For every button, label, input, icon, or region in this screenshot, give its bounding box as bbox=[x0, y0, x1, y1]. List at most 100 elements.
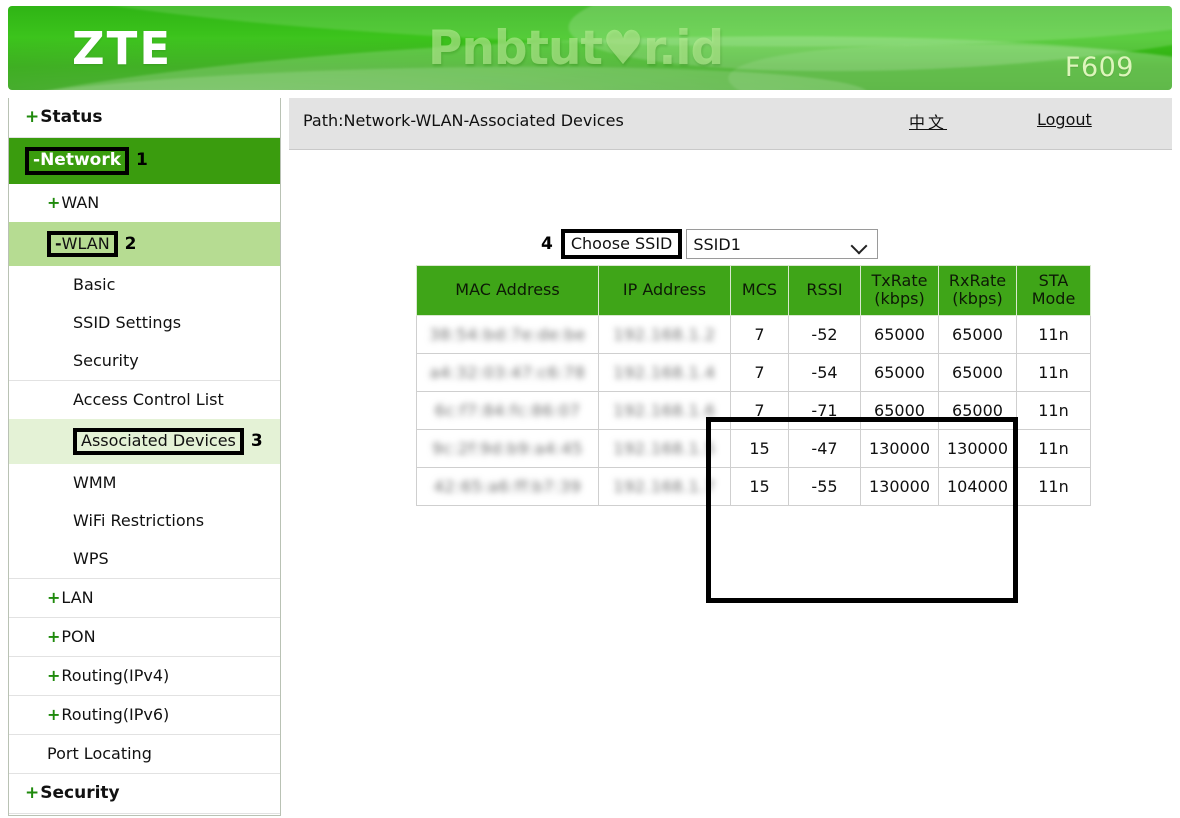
sidebar-item-wifi-restrictions[interactable]: WiFi Restrictions bbox=[9, 502, 280, 540]
column-header-text: RxRate bbox=[948, 271, 1007, 290]
logout-link[interactable]: Logout bbox=[1037, 110, 1092, 129]
column-header-sta-mode: STA Mode bbox=[1016, 265, 1091, 316]
table-header: MAC Address IP Address MCS RSSI TxRate (kbps)… bbox=[416, 265, 1091, 316]
column-header-ip-address: IP Address bbox=[598, 265, 731, 316]
sidebar-item-label: WiFi Restrictions bbox=[73, 510, 205, 530]
sidebar-item-associated-devices[interactable]: Associated Devices 3 bbox=[9, 419, 280, 464]
table-row: a4:32:03:47:c6:78 192.168.1.4 7 -54 65000 650… bbox=[416, 352, 1091, 392]
sidebar-item-label: SSID Settings bbox=[73, 313, 182, 333]
cell-sta-mode: 11n bbox=[1016, 352, 1091, 392]
collapse-minus-icon: - bbox=[55, 233, 62, 253]
chevron-down-icon bbox=[853, 240, 867, 248]
expand-plus-icon: + bbox=[47, 704, 61, 724]
sidebar-item-routing-ipv6[interactable]: +Routing(IPv6) bbox=[9, 694, 280, 734]
breadcrumb: Path:Network-WLAN-Associated Devices bbox=[303, 111, 624, 130]
sidebar-item-content: +PON bbox=[47, 627, 96, 646]
cell-mcs: 15 bbox=[730, 466, 789, 506]
sidebar-item-security[interactable]: +Security bbox=[9, 772, 280, 813]
sidebar-navigation[interactable]: +Status -Network 1 +WAN -WLAN 2 Basic SSID Sett… bbox=[8, 98, 281, 816]
cell-mac-address: 38:54:bd:7e:de:be bbox=[416, 314, 599, 354]
sidebar-item-label: WMM bbox=[73, 472, 117, 492]
cell-sta-mode: 11n bbox=[1016, 428, 1091, 468]
cell-ip-address: 192.168.1.2 bbox=[598, 314, 731, 354]
sidebar-item-network[interactable]: -Network 1 bbox=[9, 137, 280, 184]
sidebar-item-wps[interactable]: WPS bbox=[9, 540, 280, 578]
device-model-label: F609 bbox=[1064, 52, 1134, 83]
cell-rssi: -55 bbox=[788, 466, 861, 506]
cell-mac-address: 9c:2f:9d:b9:a4:45 bbox=[416, 428, 599, 468]
sidebar-item-pon[interactable]: +PON bbox=[9, 616, 280, 656]
sidebar-item-basic[interactable]: Basic bbox=[9, 266, 280, 304]
sidebar-item-label: Port Locating bbox=[47, 743, 152, 763]
table-body: 38:54:bd:7e:de:be 192.168.1.2 7 -52 65000 650… bbox=[416, 314, 1091, 506]
cell-mcs: 7 bbox=[730, 352, 789, 392]
language-link[interactable]: 中文 bbox=[909, 109, 947, 133]
sidebar-item-content: Port Locating bbox=[47, 744, 152, 763]
sidebar-item-label: Routing(IPv4) bbox=[61, 665, 170, 685]
cell-ip-address: 192.168.1.5 bbox=[598, 428, 731, 468]
sidebar-item-port-locating[interactable]: Port Locating bbox=[9, 733, 280, 773]
cell-mac-address: a4:32:03:47:c6:78 bbox=[416, 352, 599, 392]
sidebar-item-wlan[interactable]: -WLAN 2 bbox=[9, 221, 280, 267]
annotation-step-3: 3 bbox=[250, 431, 263, 452]
column-header-text: STA bbox=[1038, 271, 1069, 290]
column-header-text: Mode bbox=[1031, 289, 1076, 309]
sidebar-item-label: LAN bbox=[61, 587, 94, 607]
sidebar-item-routing-ipv4[interactable]: +Routing(IPv4) bbox=[9, 655, 280, 695]
table-header-row: MAC Address IP Address MCS RSSI TxRate (kbps)… bbox=[416, 265, 1091, 316]
table-row: 38:54:bd:7e:de:be 192.168.1.2 7 -52 65000 650… bbox=[416, 314, 1091, 354]
cell-rssi: -54 bbox=[788, 352, 861, 392]
sidebar-item-content: WPS bbox=[73, 549, 109, 568]
cell-rxrate: 104000 bbox=[938, 466, 1017, 506]
sidebar-item-content: +Status bbox=[25, 107, 102, 127]
sidebar-item-wmm[interactable]: WMM bbox=[9, 464, 280, 502]
column-header-text: MCS bbox=[741, 280, 778, 300]
cell-rxrate: 65000 bbox=[938, 352, 1017, 392]
sidebar-item-content: Access Control List bbox=[73, 390, 224, 409]
column-header-text: (kbps) bbox=[952, 289, 1003, 309]
ssid-chooser-row: 4 Choose SSID SSID1 bbox=[541, 228, 879, 260]
sidebar-item-content: +WAN bbox=[47, 193, 99, 212]
column-header-txrate: TxRate (kbps) bbox=[860, 265, 939, 316]
sidebar-item-application[interactable]: +Application bbox=[9, 812, 280, 815]
column-header-text: (kbps) bbox=[874, 289, 925, 309]
sidebar-item-label: Network bbox=[40, 150, 122, 171]
expand-plus-icon: + bbox=[47, 587, 61, 607]
column-header-mac-address: MAC Address bbox=[416, 265, 599, 316]
sidebar-item-label: WLAN bbox=[61, 233, 110, 253]
sidebar-item-status[interactable]: +Status bbox=[9, 98, 280, 137]
cell-txrate: 65000 bbox=[860, 352, 939, 392]
path-bar: Path:Network-WLAN-Associated Devices 中文 … bbox=[289, 98, 1172, 150]
zte-logo: ZTE bbox=[72, 22, 173, 75]
annotation-box: -Network bbox=[25, 147, 130, 175]
column-header-text: TxRate bbox=[871, 271, 928, 290]
site-watermark: Pnbtut♥r.id bbox=[428, 21, 724, 76]
annotation-step-1: 1 bbox=[136, 149, 148, 170]
column-header-rxrate: RxRate (kbps) bbox=[938, 265, 1017, 316]
annotation-step-4: 4 bbox=[541, 234, 553, 254]
cell-mac-address: 6c:f7:84:fc:86:07 bbox=[416, 390, 599, 430]
cell-txrate: 130000 bbox=[860, 428, 939, 468]
sidebar-item-access-control-list[interactable]: Access Control List bbox=[9, 380, 280, 419]
sidebar-item-label: PON bbox=[61, 626, 96, 646]
cell-ip-address: 192.168.1.4 bbox=[598, 352, 731, 392]
sidebar-item-security[interactable]: Security bbox=[9, 342, 280, 380]
cell-rxrate: 65000 bbox=[938, 314, 1017, 354]
cell-rssi: -52 bbox=[788, 314, 861, 354]
ssid-select[interactable]: SSID1 bbox=[686, 229, 879, 259]
collapse-minus-icon: - bbox=[33, 150, 41, 171]
sidebar-item-lan[interactable]: +LAN bbox=[9, 577, 280, 617]
cell-rxrate: 130000 bbox=[938, 428, 1017, 468]
cell-mcs: 7 bbox=[730, 390, 789, 430]
sidebar-item-wan[interactable]: +WAN bbox=[9, 184, 280, 222]
choose-ssid-label: Choose SSID bbox=[560, 228, 683, 260]
cell-sta-mode: 11n bbox=[1016, 390, 1091, 430]
sidebar-item-label: WPS bbox=[73, 548, 109, 568]
expand-plus-icon: + bbox=[47, 665, 61, 685]
sidebar-item-content: SSID Settings bbox=[73, 313, 181, 332]
sidebar-item-content: +Security bbox=[25, 783, 120, 803]
sidebar-item-ssid-settings[interactable]: SSID Settings bbox=[9, 304, 280, 342]
associated-devices-table: MAC Address IP Address MCS RSSI TxRate (kbps)… bbox=[416, 265, 1091, 506]
sidebar-item-content: WiFi Restrictions bbox=[73, 511, 204, 530]
sidebar-item-label: Access Control List bbox=[73, 390, 224, 410]
